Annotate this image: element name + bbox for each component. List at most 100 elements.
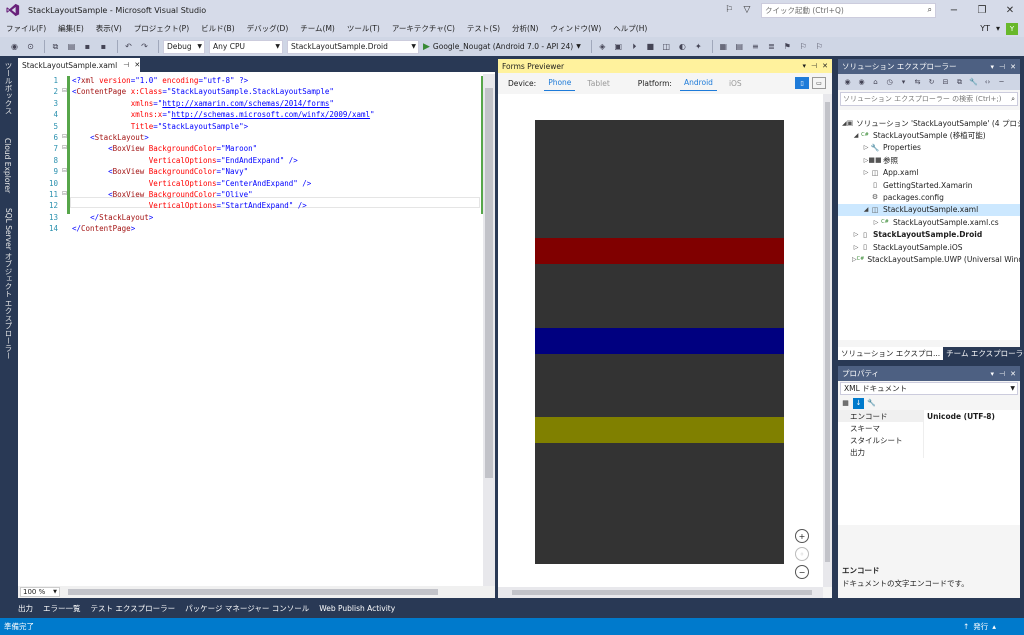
tree-item[interactable]: ▷ ◫ App.xaml (838, 167, 1020, 179)
code-line[interactable]: VerticalOptions="CenterAndExpand" /> (72, 179, 312, 188)
save-icon[interactable]: ▪ (81, 40, 94, 53)
tree-item[interactable]: ▷ ▯ StackLayoutSample.Droid (838, 229, 1020, 241)
window-position-icon[interactable]: ▾ (803, 62, 807, 70)
menu-architecture[interactable]: アーキテクチャ(C) (386, 23, 461, 34)
device-option-phone[interactable]: Phone (544, 75, 576, 91)
pending-changes-icon[interactable]: ▾ (898, 77, 909, 88)
collapsed-chevron-icon[interactable]: ▷ (862, 144, 870, 151)
solution-explorer-search-input[interactable]: ソリューション エクスプローラー の検索 (Ctrl+;) ⌕ (840, 92, 1018, 106)
tree-item[interactable]: ▷ 🔧 Properties (838, 142, 1020, 154)
editor-tab-stacklayoutsample-xaml[interactable]: StackLayoutSample.xaml ⊣ ✕ (18, 58, 140, 72)
property-row[interactable]: エンコード Unicode (UTF-8) (838, 410, 1020, 422)
user-name[interactable]: YT (980, 24, 990, 33)
quick-launch-input[interactable]: クイック起動 (Ctrl+Q) ⌕ (761, 2, 936, 18)
platform-option-ios[interactable]: iOS (725, 76, 746, 91)
collapsed-chevron-icon[interactable]: ▷ (872, 219, 880, 226)
menu-file[interactable]: ファイル(F) (0, 23, 52, 34)
tree-item[interactable]: ◢▣ソリューション 'StackLayoutSample' (4 プロジェクト) (838, 117, 1020, 129)
menu-window[interactable]: ウィンドウ(W) (544, 23, 607, 34)
editor-horizontal-scrollbar[interactable] (68, 589, 438, 595)
device-icon[interactable]: ◐ (676, 40, 689, 53)
tree-item[interactable]: ▷ ▯ StackLayoutSample.iOS (838, 241, 1020, 253)
refresh-icon[interactable]: ↻ (926, 77, 937, 88)
configuration-select[interactable]: Debug ▼ (163, 39, 205, 54)
settings-icon[interactable]: ✦ (692, 40, 705, 53)
tree-item[interactable]: ▯ GettingStarted.Xamarin (838, 179, 1020, 191)
bookmark-icon[interactable]: ⚑ (781, 40, 794, 53)
menu-tools[interactable]: ツール(T) (341, 23, 386, 34)
close-icon[interactable]: ✕ (1010, 63, 1016, 71)
search-icon[interactable]: ⌕ (1011, 95, 1015, 104)
code-line[interactable]: xmlns:x="http://schemas.microsoft.com/wi… (72, 110, 375, 119)
editor-vertical-scrollbar[interactable] (483, 74, 495, 586)
menu-team[interactable]: チーム(M) (294, 23, 341, 34)
tab-test-explorer[interactable]: テスト エクスプローラー (91, 603, 176, 614)
platform-option-android[interactable]: Android (679, 75, 717, 91)
start-debugging-button[interactable]: ▶ Google_Nougat (Android 7.0 - API 24) ▼ (423, 42, 581, 52)
filter-icon[interactable]: ▽ (739, 2, 755, 18)
platform-select[interactable]: Any CPU ▼ (209, 39, 283, 54)
tab-error-list[interactable]: エラー一覧 (43, 603, 81, 614)
stop-icon[interactable]: ■ (644, 40, 657, 53)
user-dropdown-icon[interactable]: ▾ (996, 24, 1000, 33)
notification-flag-icon[interactable]: ⚐ (721, 2, 737, 18)
window-position-icon[interactable]: ▾ (991, 370, 995, 378)
collapsed-chevron-icon[interactable]: ▷ (852, 244, 860, 251)
sync-icon[interactable]: ⇆ (912, 77, 923, 88)
code-line[interactable]: <BoxView BackgroundColor="Maroon" (72, 144, 257, 153)
view-code-icon[interactable]: ‹› (982, 77, 993, 88)
device-option-tablet[interactable]: Tablet (583, 76, 613, 91)
forward-icon[interactable]: ⊙ (24, 40, 37, 53)
pin-icon[interactable]: ⊣ (999, 63, 1005, 71)
tree-item[interactable]: ⚙ packages.config (838, 191, 1020, 203)
format-icon[interactable]: ▤ (733, 40, 746, 53)
property-row[interactable]: 出力 (838, 446, 1020, 458)
clear-bookmarks-icon[interactable]: ⚐ (813, 40, 826, 53)
redo-icon[interactable]: ↷ (138, 40, 151, 53)
previewer-vertical-scrollbar[interactable] (823, 94, 832, 587)
maximize-button[interactable]: ❐ (968, 0, 996, 20)
tree-item[interactable]: ▷ C# StackLayoutSample.xaml.cs (838, 216, 1020, 228)
comment-icon[interactable]: ≡ (749, 40, 762, 53)
new-project-icon[interactable]: ⧉ (49, 40, 62, 53)
code-line[interactable]: </ContentPage> (72, 224, 135, 233)
menu-project[interactable]: プロジェクト(P) (128, 23, 195, 34)
minimize-button[interactable]: − (940, 0, 968, 20)
collapse-all-icon[interactable]: ⊟ (940, 77, 951, 88)
menu-edit[interactable]: 編集(E) (52, 23, 90, 34)
close-button[interactable]: ✕ (996, 0, 1024, 20)
publish-button[interactable]: 発行 (973, 621, 988, 632)
pin-icon[interactable]: ⊣ (811, 62, 817, 70)
home-icon[interactable]: ⌂ (870, 77, 881, 88)
forward-icon[interactable]: ◉ (856, 77, 867, 88)
tab-package-manager-console[interactable]: パッケージ マネージャー コンソール (185, 603, 309, 614)
property-value[interactable]: Unicode (UTF-8) (924, 412, 995, 421)
startup-project-select[interactable]: StackLayoutSample.Droid ▼ (287, 39, 419, 54)
close-tab-icon[interactable]: ✕ (134, 61, 140, 69)
alphabetical-icon[interactable]: ↓ (853, 397, 864, 409)
zoom-reset-icon[interactable]: ◦ (795, 547, 809, 561)
previewer-horizontal-scrollbar[interactable] (498, 587, 823, 598)
code-line[interactable]: <?xml version="1.0" encoding="utf-8" ?> (72, 76, 248, 85)
tab-solution-explorer[interactable]: ソリューション エクスプロ... (838, 347, 944, 360)
code-line[interactable]: VerticalOptions="StartAndExpand" /> (72, 201, 307, 210)
pin-icon[interactable]: ⊣ (123, 61, 129, 69)
property-row[interactable]: スタイルシート (838, 434, 1020, 446)
menu-view[interactable]: 表示(V) (90, 23, 128, 34)
properties-icon[interactable]: 🔧 (968, 77, 979, 88)
code-line[interactable]: <BoxView BackgroundColor="Olive" (72, 190, 253, 199)
undo-icon[interactable]: ↶ (122, 40, 135, 53)
code-line[interactable]: xmlns="http://xamarin.com/schemas/2014/f… (72, 99, 334, 108)
collapsed-chevron-icon[interactable]: ▷ (852, 231, 860, 238)
tree-item[interactable]: ◢ C# StackLayoutSample (移植可能) (838, 129, 1020, 141)
expanded-chevron-icon[interactable]: ◢ (852, 132, 860, 139)
chevron-down-icon[interactable]: ▼ (576, 43, 581, 50)
open-file-icon[interactable]: ▤ (65, 40, 78, 53)
uncomment-icon[interactable]: ≣ (765, 40, 778, 53)
scrollbar-thumb[interactable] (825, 102, 830, 562)
save-all-icon[interactable]: ▪ (97, 40, 110, 53)
menu-build[interactable]: ビルド(B) (195, 23, 241, 34)
code-line[interactable]: VerticalOptions="EndAndExpand" /> (72, 156, 298, 165)
tree-item[interactable]: ◢ ◫ StackLayoutSample.xaml (838, 203, 1020, 216)
next-bookmark-icon[interactable]: ⚐ (797, 40, 810, 53)
